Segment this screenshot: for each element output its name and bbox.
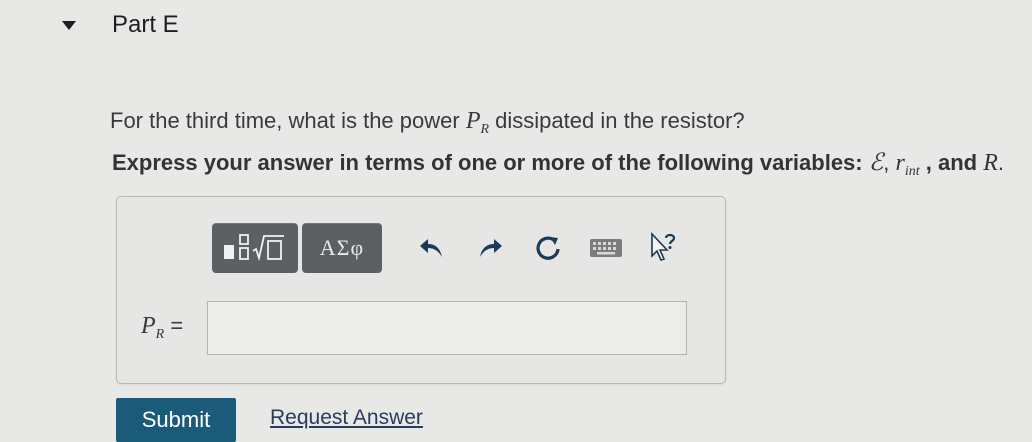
part-header[interactable]: Part E bbox=[62, 10, 179, 40]
var-emf: ℰ bbox=[868, 150, 884, 176]
reset-icon bbox=[536, 236, 560, 260]
var-power: PR bbox=[465, 108, 490, 137]
undo-button[interactable] bbox=[410, 226, 454, 270]
part-title: Part E bbox=[112, 11, 179, 38]
greek-symbols-button[interactable]: ΑΣφ bbox=[302, 223, 382, 273]
undo-icon bbox=[420, 239, 442, 257]
help-icon bbox=[651, 232, 676, 261]
var-rint: rint bbox=[895, 150, 920, 179]
help-button[interactable] bbox=[642, 226, 686, 270]
request-answer-link[interactable]: Request Answer bbox=[270, 406, 423, 430]
instruction-text: Express your answer in terms of one or m… bbox=[112, 150, 1004, 179]
collapse-caret-icon[interactable] bbox=[62, 20, 76, 30]
answer-input[interactable] bbox=[207, 301, 687, 355]
submit-button[interactable]: Submit bbox=[116, 398, 236, 442]
math-toolbar: ΑΣφ bbox=[212, 223, 686, 273]
question-text: For the third time, what is the power PR… bbox=[110, 108, 745, 137]
redo-button[interactable] bbox=[468, 226, 512, 270]
templates-icon bbox=[224, 234, 284, 262]
var-r: R bbox=[983, 150, 998, 176]
keyboard-icon bbox=[590, 239, 622, 257]
answer-label: PR = bbox=[141, 313, 184, 342]
redo-icon bbox=[480, 239, 502, 257]
answer-box: ΑΣφ PR = bbox=[116, 196, 726, 384]
reset-button[interactable] bbox=[526, 226, 570, 270]
keyboard-button[interactable] bbox=[584, 226, 628, 270]
templates-button[interactable] bbox=[212, 223, 298, 273]
